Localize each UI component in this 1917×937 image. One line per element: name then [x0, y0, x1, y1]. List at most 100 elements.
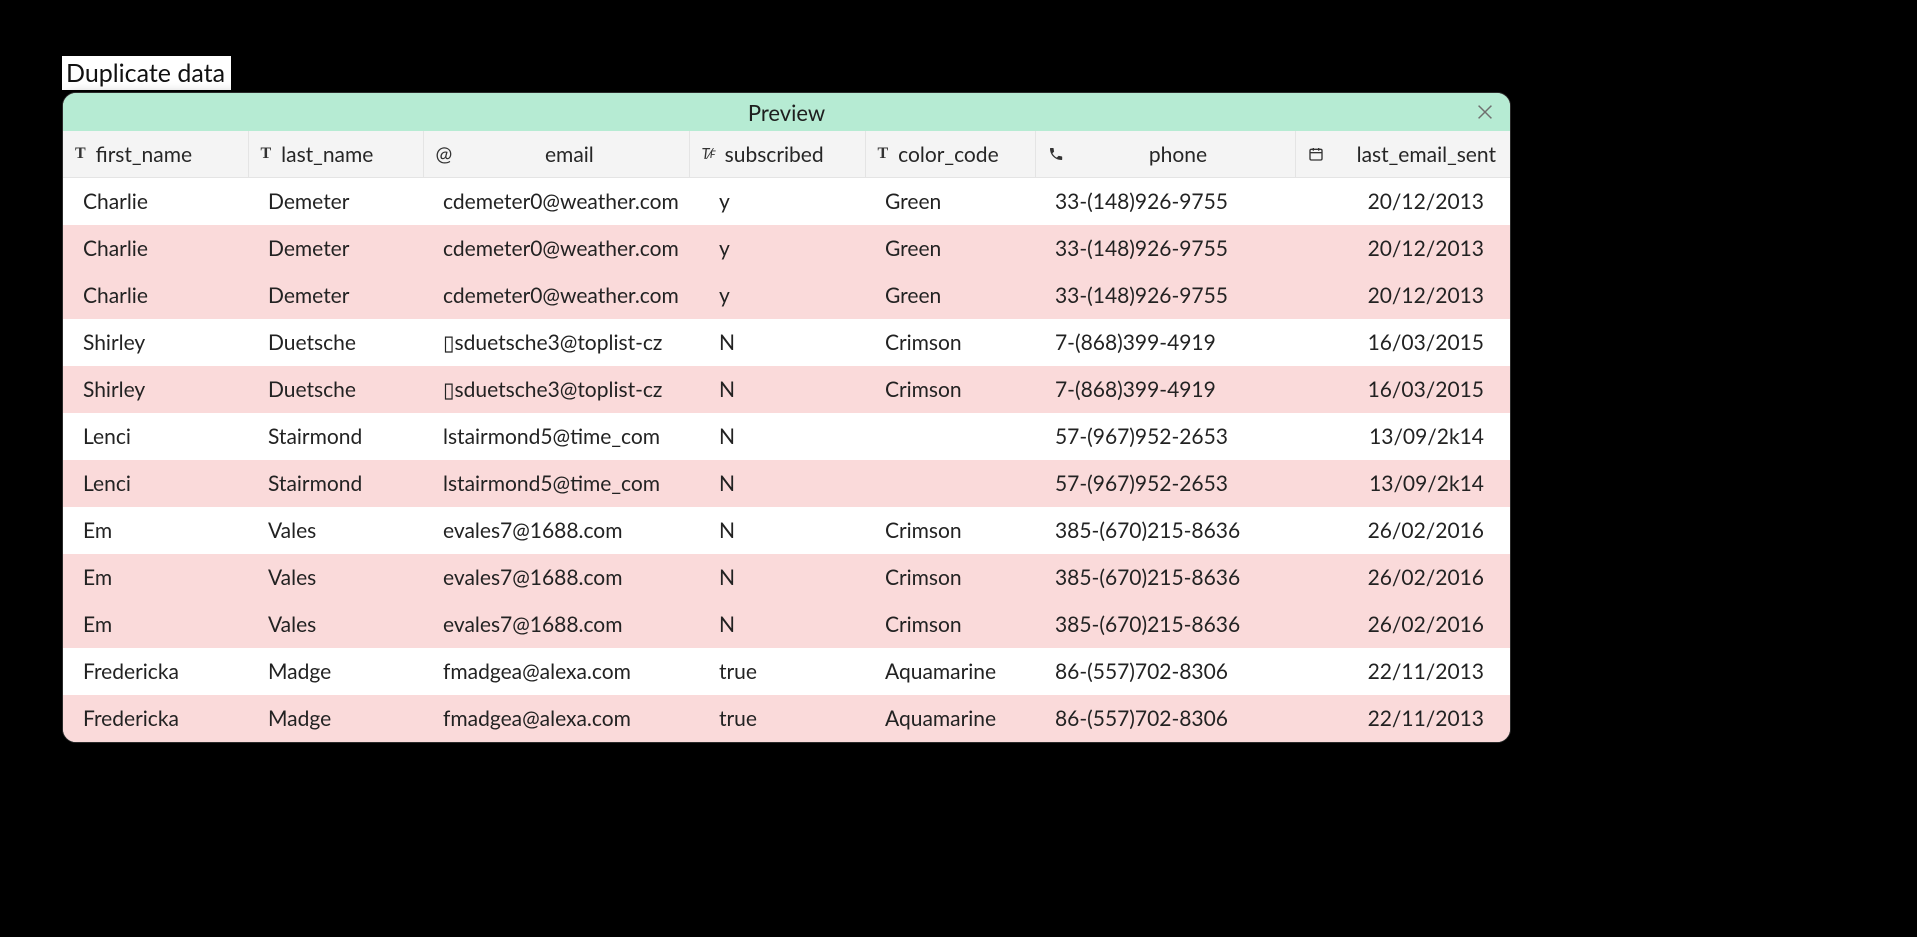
cell-email: evales7@1688.com	[423, 507, 689, 554]
col-header-last_email_sent[interactable]: last_email_sent	[1295, 131, 1511, 178]
cell-last_email_sent: 13/09/2k14	[1295, 413, 1511, 460]
text-type-icon: T	[878, 145, 889, 163]
table-row[interactable]: CharlieDemetercdemeter0@weather.comyGree…	[63, 225, 1511, 272]
cell-subscribed: N	[689, 366, 865, 413]
cell-first_name: Lenci	[63, 413, 248, 460]
cell-color_code	[865, 413, 1035, 460]
cell-phone: 57-(967)952-2653	[1035, 413, 1295, 460]
cell-phone: 86-(557)702-8306	[1035, 648, 1295, 695]
cell-email: ▯sduetsche3@toplist-cz	[423, 366, 689, 413]
preview-panel: Preview T first_name T	[62, 92, 1511, 743]
table-row[interactable]: FrederickaMadgefmadgea@alexa.comtrueAqua…	[63, 695, 1511, 742]
table-row[interactable]: CharlieDemetercdemeter0@weather.comyGree…	[63, 178, 1511, 225]
table-header-row: T first_name T last_name @ email	[63, 131, 1511, 178]
cell-email: cdemeter0@weather.com	[423, 225, 689, 272]
cell-subscribed: N	[689, 554, 865, 601]
cell-last_name: Demeter	[248, 272, 423, 319]
text-type-icon: T	[75, 145, 86, 163]
page-title: Duplicate data	[62, 56, 231, 90]
table-row[interactable]: CharlieDemetercdemeter0@weather.comyGree…	[63, 272, 1511, 319]
cell-phone: 385-(670)215-8636	[1035, 554, 1295, 601]
cell-subscribed: true	[689, 695, 865, 742]
cell-phone: 385-(670)215-8636	[1035, 507, 1295, 554]
cell-first_name: Em	[63, 601, 248, 648]
cell-phone: 385-(670)215-8636	[1035, 601, 1295, 648]
cell-last_email_sent: 26/02/2016	[1295, 554, 1511, 601]
cell-last_email_sent: 22/11/2013	[1295, 648, 1511, 695]
cell-first_name: Lenci	[63, 460, 248, 507]
cell-last_email_sent: 20/12/2013	[1295, 272, 1511, 319]
cell-last_name: Stairmond	[248, 413, 423, 460]
cell-last_name: Demeter	[248, 178, 423, 225]
cell-first_name: Charlie	[63, 272, 248, 319]
cell-first_name: Fredericka	[63, 695, 248, 742]
cell-first_name: Shirley	[63, 366, 248, 413]
cell-last_email_sent: 16/03/2015	[1295, 366, 1511, 413]
table-row[interactable]: EmValesevales7@1688.comNCrimson385-(670)…	[63, 507, 1511, 554]
table-row[interactable]: FrederickaMadgefmadgea@alexa.comtrueAqua…	[63, 648, 1511, 695]
cell-email: cdemeter0@weather.com	[423, 178, 689, 225]
cell-phone: 33-(148)926-9755	[1035, 225, 1295, 272]
cell-color_code: Crimson	[865, 601, 1035, 648]
table-row[interactable]: LenciStairmondlstairmond5@time_comN57-(9…	[63, 460, 1511, 507]
col-header-label: color_code	[898, 142, 1022, 167]
cell-color_code: Crimson	[865, 507, 1035, 554]
cell-color_code: Crimson	[865, 319, 1035, 366]
cell-phone: 86-(557)702-8306	[1035, 695, 1295, 742]
cell-first_name: Em	[63, 507, 248, 554]
cell-last_name: Vales	[248, 554, 423, 601]
date-type-icon	[1308, 146, 1324, 162]
col-header-color_code[interactable]: T color_code	[865, 131, 1035, 178]
col-header-first_name[interactable]: T first_name	[63, 131, 248, 178]
cell-last_name: Madge	[248, 695, 423, 742]
cell-last_email_sent: 26/02/2016	[1295, 507, 1511, 554]
table-row[interactable]: ShirleyDuetsche▯sduetsche3@toplist-czNCr…	[63, 366, 1511, 413]
cell-last_email_sent: 13/09/2k14	[1295, 460, 1511, 507]
cell-email: evales7@1688.com	[423, 601, 689, 648]
cell-email: cdemeter0@weather.com	[423, 272, 689, 319]
col-header-label: last_name	[281, 142, 410, 167]
cell-subscribed: N	[689, 319, 865, 366]
cell-first_name: Charlie	[63, 225, 248, 272]
table-row[interactable]: EmValesevales7@1688.comNCrimson385-(670)…	[63, 554, 1511, 601]
cell-last_name: Duetsche	[248, 319, 423, 366]
cell-color_code: Aquamarine	[865, 695, 1035, 742]
col-header-label: last_email_sent	[1334, 142, 1501, 167]
cell-last_email_sent: 20/12/2013	[1295, 225, 1511, 272]
col-header-email[interactable]: @ email	[423, 131, 689, 178]
cell-email: fmadgea@alexa.com	[423, 695, 689, 742]
cell-color_code: Green	[865, 178, 1035, 225]
cell-subscribed: y	[689, 272, 865, 319]
phone-type-icon	[1048, 146, 1064, 162]
close-icon[interactable]	[1474, 101, 1496, 123]
cell-last_email_sent: 26/02/2016	[1295, 601, 1511, 648]
cell-last_name: Madge	[248, 648, 423, 695]
col-header-label: phone	[1074, 142, 1283, 167]
cell-email: evales7@1688.com	[423, 554, 689, 601]
cell-email: lstairmond5@time_com	[423, 413, 689, 460]
boolean-type-icon: T⁄F	[702, 145, 715, 163]
cell-last_name: Stairmond	[248, 460, 423, 507]
cell-subscribed: true	[689, 648, 865, 695]
table-row[interactable]: LenciStairmondlstairmond5@time_comN 57-(9…	[63, 413, 1511, 460]
table-row[interactable]: EmValesevales7@1688.comNCrimson385-(670)…	[63, 601, 1511, 648]
cell-phone: 33-(148)926-9755	[1035, 178, 1295, 225]
col-header-last_name[interactable]: T last_name	[248, 131, 423, 178]
cell-last_name: Vales	[248, 507, 423, 554]
panel-header: Preview	[63, 93, 1510, 131]
cell-phone: 7-(868)399-4919	[1035, 319, 1295, 366]
cell-phone: 7-(868)399-4919	[1035, 366, 1295, 413]
col-header-subscribed[interactable]: T⁄F subscribed	[689, 131, 865, 178]
cell-phone: 57-(967)952-2653	[1035, 460, 1295, 507]
panel-title: Preview	[748, 99, 825, 126]
col-header-phone[interactable]: phone	[1035, 131, 1295, 178]
cell-subscribed: N	[689, 413, 865, 460]
table-row[interactable]: ShirleyDuetsche▯sduetsche3@toplist-czNCr…	[63, 319, 1511, 366]
cell-subscribed: y	[689, 225, 865, 272]
cell-phone: 33-(148)926-9755	[1035, 272, 1295, 319]
table-body: CharlieDemetercdemeter0@weather.comyGree…	[63, 178, 1511, 742]
cell-first_name: Fredericka	[63, 648, 248, 695]
cell-color_code	[865, 460, 1035, 507]
email-type-icon: @	[436, 142, 453, 166]
cell-subscribed: N	[689, 507, 865, 554]
